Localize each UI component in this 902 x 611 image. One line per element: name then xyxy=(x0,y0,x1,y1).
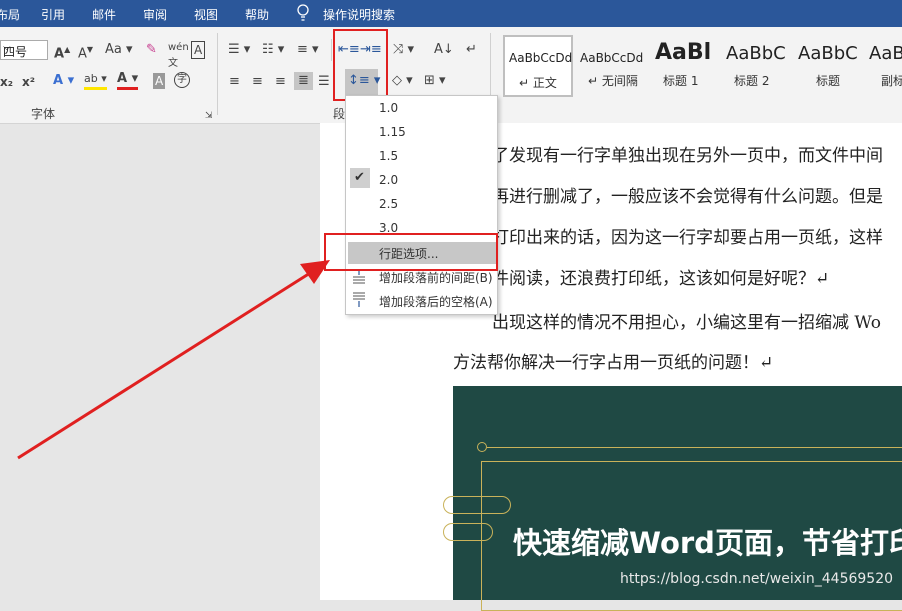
red-arrow-annotation xyxy=(17,260,330,460)
